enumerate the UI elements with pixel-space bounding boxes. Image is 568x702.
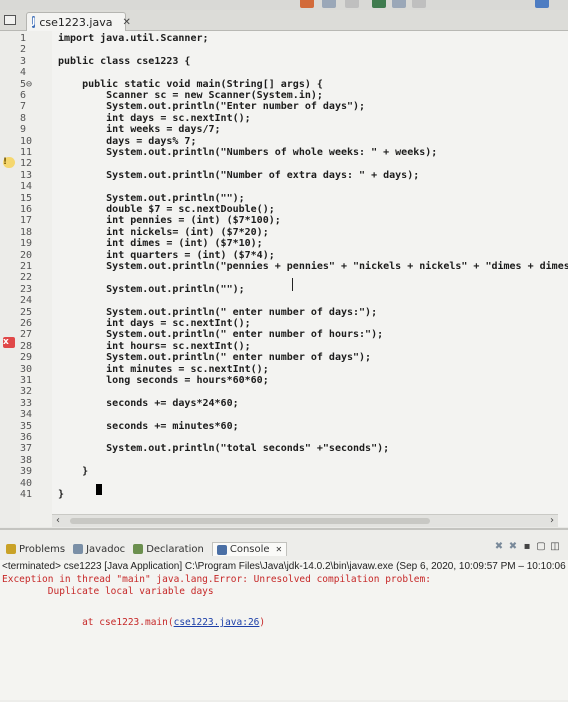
code-line: int dimes = (int) ($7*10);: [58, 238, 263, 250]
editor-tab-bar: J cse1223.java ✕: [0, 10, 568, 31]
toolbar-icon[interactable]: [345, 0, 359, 8]
panel-tab-console[interactable]: Console ✕: [211, 542, 288, 556]
panel-tab-label: Console: [229, 544, 270, 555]
code-line: long seconds = hours*60*60;: [58, 375, 269, 386]
remove-launch-icon[interactable]: ✖: [494, 542, 504, 552]
scroll-lock-icon[interactable]: ▪: [522, 542, 532, 552]
panel-tab-javadoc[interactable]: Javadoc: [73, 544, 125, 555]
code-line: System.out.println("total seconds" +"sec…: [58, 443, 390, 455]
stacktrace-line: at cse1223.main(cse1223.java:26): [2, 606, 265, 639]
code-line: int hours= sc.nextInt();: [58, 340, 251, 352]
code-line: System.out.println("Number of extra days…: [58, 169, 420, 181]
pin-console-icon[interactable]: ▢: [536, 542, 546, 552]
stacktrace-suffix: ): [259, 617, 266, 628]
editor-tab-title: cse1223.java: [39, 15, 113, 29]
code-line: System.out.println(" enter number of hou…: [58, 329, 384, 341]
code-line: System.out.println(" enter number of day…: [58, 306, 378, 318]
code-line: int weeks = days/7;: [58, 124, 221, 136]
caret-block: [96, 484, 102, 495]
code-line: System.out.println("");: [58, 192, 245, 204]
console-toolbar: ✖ ✖ ▪ ▢ ◫: [494, 542, 560, 552]
close-icon[interactable]: ✕: [122, 17, 130, 28]
panel-tabs: Problems Javadoc Declaration Console ✕: [0, 540, 568, 558]
code-line: int nickels= (int) ($7*20);: [58, 226, 269, 238]
code-line: int days = sc.nextInt();: [58, 112, 251, 124]
panel-tab-label: Problems: [19, 543, 66, 555]
code-line: public static void main(String[] args) {: [58, 78, 323, 90]
error-line: Exception in thread "main" java.lang.Err…: [2, 574, 431, 585]
display-console-icon[interactable]: ◫: [550, 542, 560, 552]
code-editor[interactable]: ! x 1 2 3 4 5⊖ 6 7 8 9 10 11 12 13 14 15 16 17 18 19 20 21 22…: [0, 31, 568, 527]
panel-tab-label: Javadoc: [86, 543, 126, 555]
toolbar-icon[interactable]: [300, 0, 314, 8]
console-icon: [216, 544, 227, 555]
code-line: int pennies = (int) ($7*100);: [58, 215, 281, 227]
code-line: seconds += minutes*60;: [58, 420, 239, 432]
close-icon[interactable]: ✕: [276, 545, 283, 554]
code-line: import java.util.Scanner;: [58, 33, 209, 44]
panel-tab-declaration[interactable]: Declaration: [133, 544, 204, 555]
code-area[interactable]: import java.util.Scanner; public class cs…: [0, 31, 568, 527]
stacktrace-prefix: at cse1223.main(: [36, 617, 174, 628]
minimize-icon[interactable]: [4, 15, 16, 25]
javadoc-icon: [73, 544, 84, 554]
code-line: System.out.println("");: [58, 283, 245, 295]
toolbar-icon[interactable]: [535, 0, 549, 8]
toolbar-icon[interactable]: [372, 0, 386, 8]
toolbar-icon[interactable]: [392, 0, 406, 8]
scroll-right-icon[interactable]: ›: [550, 515, 554, 526]
problems-icon: [6, 544, 16, 554]
horizontal-scrollbar[interactable]: ‹ ›: [52, 514, 558, 527]
code-line: public class cse1223 {: [58, 55, 191, 67]
toolbar-strip: [0, 0, 568, 10]
panel-tab-problems[interactable]: Problems: [6, 544, 65, 555]
console-output[interactable]: <terminated> cse1223 [Java Application] …: [0, 560, 568, 700]
code-line: days = days% 7;: [58, 135, 197, 147]
code-line: System.out.println("Enter number of days…: [58, 101, 366, 113]
code-line: System.out.println("Numbers of whole wee…: [58, 147, 438, 158]
code-line: }: [58, 466, 89, 478]
code-line: seconds += days*24*60;: [58, 397, 239, 409]
code-line: int quarters = (int) ($7*4);: [58, 249, 275, 261]
bottom-panel: Problems Javadoc Declaration Console ✕ ✖ ✖ ▪…: [0, 528, 568, 702]
code-line: int minutes = sc.nextInt();: [58, 363, 269, 375]
terminated-line: <terminated> cse1223 [Java Application] …: [2, 561, 568, 572]
scrollbar-thumb[interactable]: [70, 518, 430, 524]
java-file-icon: J: [32, 16, 36, 28]
text-cursor: [292, 278, 293, 291]
editor-tab-cse1223[interactable]: J cse1223.java ✕: [26, 12, 131, 31]
declaration-icon: [133, 544, 144, 554]
toolbar-icon[interactable]: [412, 0, 426, 8]
error-line: Duplicate local variable days: [2, 586, 214, 597]
code-line: }: [58, 489, 65, 500]
scroll-left-icon[interactable]: ‹: [56, 515, 60, 526]
stacktrace-link[interactable]: cse1223.java:26: [174, 617, 260, 628]
toolbar-icon[interactable]: [322, 0, 336, 8]
code-line: System.out.println("pennies + pennies" +…: [58, 261, 568, 272]
remove-all-icon[interactable]: ✖: [508, 542, 518, 552]
panel-tab-label: Declaration: [146, 543, 204, 555]
code-line: System.out.println(" enter number of day…: [58, 352, 372, 364]
